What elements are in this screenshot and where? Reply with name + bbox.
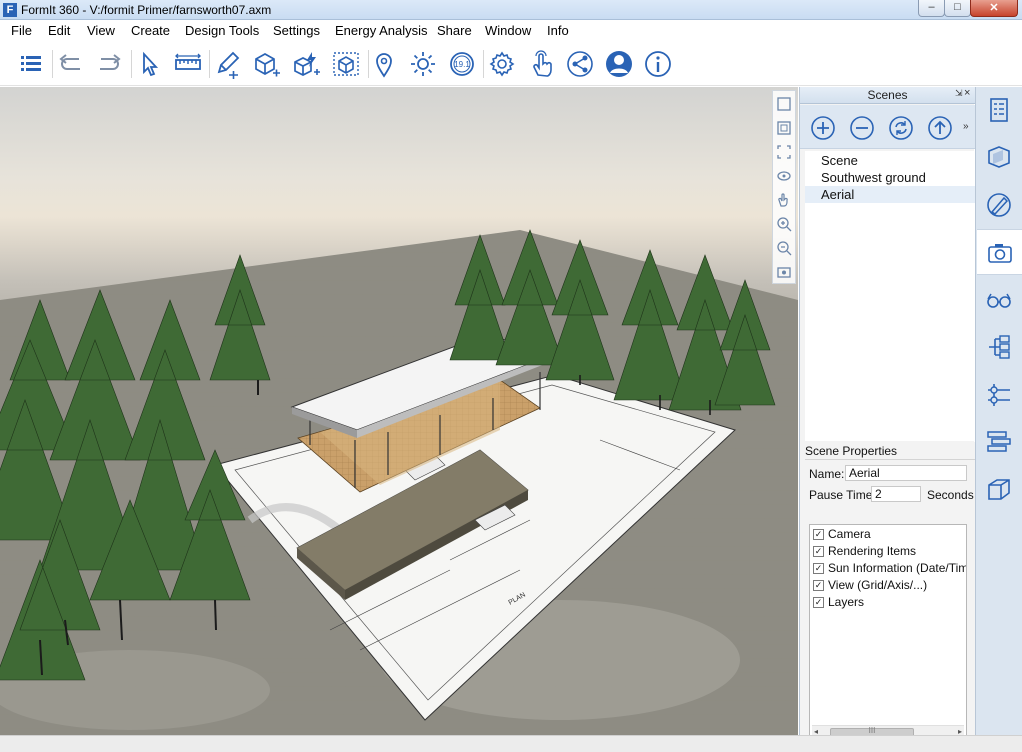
pause-time-field[interactable]: 2 xyxy=(871,486,921,502)
minimize-button[interactable]: – xyxy=(918,0,945,17)
scene-properties-list: ✓ Camera ✓ Rendering Items ✓ Sun Informa… xyxy=(809,524,967,742)
style-icon[interactable] xyxy=(984,190,1014,220)
3d-viewport[interactable]: PLAN xyxy=(0,87,798,735)
redo-icon[interactable] xyxy=(93,48,125,80)
pan-hand-icon[interactable] xyxy=(775,191,793,209)
sun-icon[interactable] xyxy=(407,48,439,80)
view-navigation-bar xyxy=(772,90,796,284)
group-icon[interactable] xyxy=(330,48,362,80)
user-profile-icon[interactable] xyxy=(603,48,635,80)
content-library-icon[interactable] xyxy=(984,475,1014,505)
undo-icon[interactable] xyxy=(55,48,87,80)
properties-icon[interactable] xyxy=(984,95,1014,125)
zoom-window-icon[interactable] xyxy=(775,143,793,161)
scene-item-scene[interactable]: Scene xyxy=(805,152,975,169)
menu-file[interactable]: File xyxy=(11,23,32,38)
zoom-extents-icon[interactable] xyxy=(775,95,793,113)
pause-time-label: Pause Time: xyxy=(809,488,876,502)
view-grid-axis-checkbox[interactable]: ✓ xyxy=(813,580,824,591)
menu-edit[interactable]: Edit xyxy=(48,23,70,38)
look-around-icon[interactable] xyxy=(775,263,793,281)
scene-item-aerial[interactable]: Aerial xyxy=(805,186,975,203)
close-button[interactable]: ✕ xyxy=(970,0,1018,17)
pause-time-unit: Seconds xyxy=(927,488,974,502)
panel-float-icon[interactable]: ⇲ xyxy=(955,88,963,99)
menu-window[interactable]: Window xyxy=(485,23,531,38)
scene-name-field[interactable]: Aerial xyxy=(845,465,967,481)
scene-properties-box: Name: Aerial Pause Time: 2 Seconds ✓ Cam… xyxy=(805,459,975,742)
sun-information-checkbox-row[interactable]: ✓ Sun Information (Date/Tim xyxy=(813,561,966,577)
scene-properties: Scene Properties Name: Aerial Pause Time… xyxy=(800,442,975,742)
menu-bar: File Edit View Create Design Tools Setti… xyxy=(0,20,1022,42)
levels-icon[interactable] xyxy=(984,380,1014,410)
select-icon[interactable] xyxy=(133,48,165,80)
view-grid-axis-checkbox-row[interactable]: ✓ View (Grid/Axis/...) xyxy=(813,578,966,594)
scene-properties-title: Scene Properties xyxy=(805,444,898,458)
view-glasses-icon[interactable] xyxy=(984,285,1014,315)
zoom-in-icon[interactable] xyxy=(775,215,793,233)
refresh-scene-icon[interactable] xyxy=(888,115,914,141)
scene-item-southwest-ground[interactable]: Southwest ground xyxy=(805,169,975,186)
formit-logo-icon: F xyxy=(3,3,17,17)
materials-icon[interactable] xyxy=(984,142,1014,172)
menu-share[interactable]: Share xyxy=(437,23,472,38)
scene-list: Scene Southwest ground Aerial xyxy=(805,151,975,441)
sketch-pencil-icon[interactable] xyxy=(211,48,243,80)
sun-information-checkbox[interactable]: ✓ xyxy=(813,563,824,574)
orbit-icon[interactable] xyxy=(775,167,793,185)
layers-checkbox[interactable]: ✓ xyxy=(813,597,824,608)
layers-checkbox-row[interactable]: ✓ Layers xyxy=(813,595,966,611)
maximize-button[interactable]: □ xyxy=(944,0,971,17)
rendering-items-checkbox[interactable]: ✓ xyxy=(813,546,824,557)
touch-gesture-icon[interactable] xyxy=(525,48,557,80)
panel-close-icon[interactable]: × xyxy=(964,87,970,99)
rendering-items-checkbox-row[interactable]: ✓ Rendering Items xyxy=(813,544,966,560)
menu-info[interactable]: Info xyxy=(547,23,569,38)
solid-tools-icon[interactable] xyxy=(290,48,322,80)
window-title: FormIt 360 - V:/formit Primer/farnsworth… xyxy=(21,3,272,17)
menu-view[interactable]: View xyxy=(87,23,115,38)
remove-scene-icon[interactable] xyxy=(849,115,875,141)
right-panel-rail xyxy=(975,87,1022,735)
add-solid-icon[interactable] xyxy=(250,48,282,80)
version-badge-icon[interactable]: 19.1 xyxy=(446,48,478,80)
menu-design-tools[interactable]: Design Tools xyxy=(185,23,259,38)
measure-icon[interactable] xyxy=(172,48,204,80)
name-label: Name: xyxy=(809,467,845,481)
menu-create[interactable]: Create xyxy=(131,23,170,38)
camera-checkbox[interactable]: ✓ xyxy=(813,529,824,540)
settings-gear-icon[interactable] xyxy=(486,48,518,80)
menu-energy-analysis[interactable]: Energy Analysis xyxy=(335,23,428,38)
main-toolbar: 19.1 xyxy=(0,42,1022,86)
zoom-selected-icon[interactable] xyxy=(775,119,793,137)
info-icon[interactable] xyxy=(642,48,674,80)
scenes-panel-title: Scenes xyxy=(867,88,908,102)
status-bar xyxy=(0,735,1022,752)
add-scene-icon[interactable] xyxy=(810,115,836,141)
more-tools-button[interactable]: » xyxy=(963,121,969,132)
share-icon[interactable] xyxy=(564,48,596,80)
layers-list-icon[interactable] xyxy=(15,48,47,80)
scenes-toolbar: » xyxy=(800,105,975,149)
camera-checkbox-row[interactable]: ✓ Camera xyxy=(813,527,966,543)
move-scene-up-icon[interactable] xyxy=(927,115,953,141)
menu-settings[interactable]: Settings xyxy=(273,23,320,38)
scenes-panel-header: Scenes ⇲ × xyxy=(800,87,975,104)
scenes-panel: Scenes ⇲ × » Scene Southwest ground Aeri… xyxy=(799,87,975,742)
scenes-camera-icon[interactable] xyxy=(977,229,1022,275)
hierarchy-icon[interactable] xyxy=(984,332,1014,362)
location-pin-icon[interactable] xyxy=(368,48,400,80)
svg-text:19.1: 19.1 xyxy=(454,60,470,69)
farnsworth-house-model: PLAN xyxy=(0,229,798,735)
groups-icon[interactable] xyxy=(984,427,1014,457)
zoom-out-icon[interactable] xyxy=(775,239,793,257)
title-bar: F FormIt 360 - V:/formit Primer/farnswor… xyxy=(0,0,1022,20)
